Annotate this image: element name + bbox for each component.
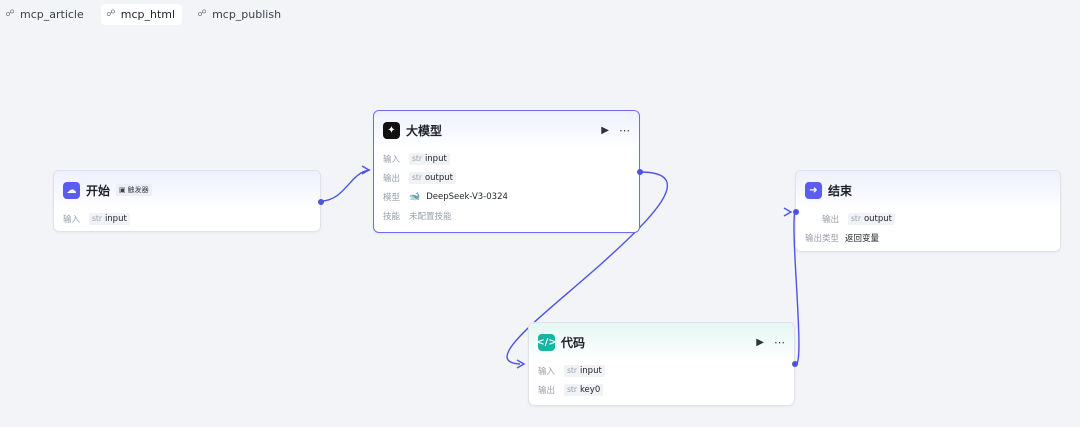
start-node[interactable]: ☁ 开始 ▣ 触发器 输入 str input xyxy=(53,170,324,232)
llm-input-row: 输入 str input xyxy=(374,149,639,168)
input-label: 输入 xyxy=(63,214,81,225)
variable-chip: str output xyxy=(848,212,895,225)
llm-model-row: 模型 🐋 DeepSeek-V3-0324 xyxy=(374,187,639,206)
code-output-port[interactable] xyxy=(792,361,798,367)
trigger-badge-label: 触发器 xyxy=(127,186,149,194)
more-icon[interactable]: ⋯ xyxy=(619,124,630,137)
code-input-row: 输入 str input xyxy=(529,361,794,380)
output-label: 输出 xyxy=(822,214,840,225)
end-input-port[interactable] xyxy=(793,209,799,215)
end-node-title: 结束 xyxy=(828,183,853,198)
output-kind-label: 输出类型 xyxy=(805,233,840,244)
code-output-row: 输出 str key0 xyxy=(529,380,794,399)
llm-node-title: 大模型 xyxy=(406,123,443,138)
edge-start-to-llm[interactable] xyxy=(320,169,371,202)
play-icon[interactable]: ▶ xyxy=(756,337,764,348)
trigger-badge: ▣ 触发器 xyxy=(116,184,152,196)
workflow-icon: ☍ xyxy=(197,9,207,19)
edge-arrowhead xyxy=(516,359,526,369)
variable-name: input xyxy=(104,213,127,224)
variable-name: output xyxy=(424,172,453,183)
end-node-icon: ➜ xyxy=(805,181,822,199)
llm-icon: ✦ xyxy=(383,121,400,139)
variable-type: str xyxy=(851,214,861,223)
edge-arrowhead xyxy=(783,207,793,217)
skill-value: 未配置技能 xyxy=(409,211,452,222)
more-icon[interactable]: ⋯ xyxy=(774,336,785,349)
tab-mcp-html[interactable]: ☍ mcp_html xyxy=(100,3,183,25)
tab-label: mcp_publish xyxy=(212,7,282,21)
variable-name: key0 xyxy=(579,384,601,395)
variable-chip: str input xyxy=(564,364,605,377)
code-node-header: </> 代码 ▶ ⋯ xyxy=(529,323,794,361)
workflow-tab-bar: ☍ mcp_article ☍ mcp_html ☍ mcp_publish xyxy=(0,3,298,25)
llm-node-header: ✦ 大模型 ▶ ⋯ xyxy=(374,111,639,149)
variable-name: output xyxy=(863,213,892,224)
start-input-row: 输入 str input xyxy=(54,209,320,228)
tab-label: mcp_html xyxy=(120,7,176,21)
variable-chip: str key0 xyxy=(564,383,604,396)
workflow-icon: ☍ xyxy=(5,9,15,19)
llm-node-actions: ▶ ⋯ xyxy=(601,124,630,137)
code-node-actions: ▶ ⋯ xyxy=(756,336,785,349)
variable-type: str xyxy=(567,385,577,394)
model-name: DeepSeek-V3-0324 xyxy=(426,191,508,202)
variable-chip: str input xyxy=(409,152,450,165)
input-label: 输入 xyxy=(538,366,556,377)
code-node[interactable]: </> 代码 ▶ ⋯ 输入 str input 输出 str key0 xyxy=(528,322,798,406)
model-label: 模型 xyxy=(383,192,401,203)
start-output-port[interactable] xyxy=(318,199,324,205)
end-output-row: 输出 str output xyxy=(796,209,1060,228)
variable-type: str xyxy=(412,173,422,182)
variable-chip: str input xyxy=(89,212,130,225)
variable-type: str xyxy=(412,154,422,163)
variable-name: input xyxy=(424,153,447,164)
tab-mcp-article[interactable]: ☍ mcp_article xyxy=(0,4,91,25)
code-icon: </> xyxy=(536,333,557,351)
code-node-title: 代码 xyxy=(561,335,586,350)
edge-arrowhead xyxy=(361,165,371,175)
llm-output-row: 输出 str output xyxy=(374,168,639,187)
output-label: 输出 xyxy=(383,173,401,184)
play-icon[interactable]: ▶ xyxy=(601,125,609,136)
start-node-header: ☁ 开始 ▣ 触发器 xyxy=(54,171,320,209)
output-label: 输出 xyxy=(538,385,556,396)
start-node-icon: ☁ xyxy=(63,181,80,199)
variable-type: str xyxy=(567,366,577,375)
llm-output-port[interactable] xyxy=(637,169,643,175)
tab-label: mcp_article xyxy=(20,7,84,21)
deepseek-icon: 🐋 xyxy=(409,191,421,202)
skill-label: 技能 xyxy=(383,211,401,222)
workflow-icon: ☍ xyxy=(106,9,116,19)
trigger-icon: ▣ xyxy=(119,186,126,194)
end-node[interactable]: ➜ 结束 输出 str output 输出类型 返回变量 xyxy=(793,170,1061,252)
llm-skill-row: 技能 未配置技能 xyxy=(374,206,639,225)
end-output-kind-row: 输出类型 返回变量 xyxy=(796,228,1060,247)
llm-node[interactable]: ✦ 大模型 ▶ ⋯ 输入 str input 输出 str output 模型 … xyxy=(373,110,643,233)
output-kind-value: 返回变量 xyxy=(845,233,880,244)
input-label: 输入 xyxy=(383,154,401,165)
tab-mcp-publish[interactable]: ☍ mcp_publish xyxy=(192,4,288,25)
variable-chip: str output xyxy=(409,171,456,184)
end-node-header: ➜ 结束 xyxy=(796,171,1060,209)
start-node-title: 开始 xyxy=(86,183,111,198)
variable-type: str xyxy=(92,214,102,223)
variable-name: input xyxy=(579,365,602,376)
